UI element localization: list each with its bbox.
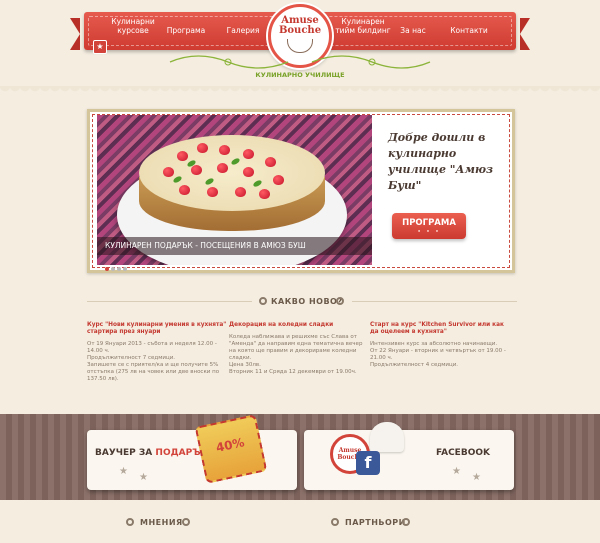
slider-dot[interactable] — [105, 267, 109, 271]
bullet-icon — [259, 297, 267, 305]
nav-item-program[interactable]: Програма — [165, 26, 207, 35]
news-item-text: Запишете се с приятел/ка и ще получите 5… — [87, 362, 220, 382]
divider-line — [87, 301, 252, 302]
hero-caption[interactable]: КУЛИНАРЕН ПОДАРЪК - ПОСЕЩЕНИЯ В АМЮЗ БУШ — [97, 237, 372, 255]
nav-item-cooking-courses[interactable]: Кулинарни курсове — [108, 17, 158, 35]
star-icon: ★ — [472, 472, 481, 483]
program-button-label: ПРОГРАМА — [402, 218, 456, 228]
button-dots: • • • — [417, 229, 441, 235]
bullet-icon — [336, 297, 344, 305]
news-item-text: Интензивен курс за абсолютно начинаещи. — [370, 341, 498, 347]
slider-dot[interactable] — [123, 267, 127, 271]
decorative-swirl — [169, 55, 431, 69]
news-item-text: От 19 Януари 2013 - събота и неделя 12.0… — [87, 341, 217, 354]
logo-line2: Bouche — [278, 25, 322, 36]
news-item-text: Цена 30лв. — [229, 362, 261, 368]
star-icon: ★ — [119, 466, 128, 477]
cooking-pot-icon — [287, 39, 313, 53]
opinions-title: МНЕНИЯ — [140, 518, 183, 527]
school-label: КУЛИНАРНО УЧИЛИЩЕ — [255, 71, 345, 79]
facebook-label: FACEBOOK — [436, 448, 490, 458]
facebook-icon[interactable]: f — [356, 451, 380, 475]
nav-item-team-building[interactable]: Кулинарен тийм билдинг — [334, 17, 392, 35]
divider-line — [352, 301, 517, 302]
news-item-text: От 22 Януари - вторник и четвъртък от 19… — [370, 348, 506, 361]
news-item-text: Коледа наближава и решихме със Слава от … — [229, 334, 363, 361]
nav-item-contacts[interactable]: Контакти — [446, 26, 492, 35]
news-item-text: Продължителност 4 седмици. — [370, 362, 459, 368]
news-item-text: Продължителност 7 седмици. — [87, 355, 176, 361]
voucher-card[interactable]: ВАУЧЕР ЗА ПОДАРЪК ★ ★ — [87, 430, 297, 490]
chef-hat-icon — [370, 422, 404, 452]
bullet-icon — [331, 518, 339, 526]
news-item-text: Вторник 11 и Сряда 12 декември от 19.00ч… — [229, 369, 357, 375]
news-item: Старт на курс "Kitchen Survivor или как … — [370, 322, 510, 369]
slider-dot[interactable] — [117, 267, 121, 271]
news-item-title[interactable]: Декорация на коледни сладки — [229, 322, 369, 329]
news-item: Декорация на коледни сладки Коледа набли… — [229, 322, 369, 376]
news-item-title[interactable]: Курс "Нови кулинарни умения в кухнята" с… — [87, 322, 227, 336]
news-item-title[interactable]: Старт на курс "Kitchen Survivor или как … — [370, 322, 510, 336]
bullet-icon — [182, 518, 190, 526]
slider-dot[interactable] — [111, 267, 115, 271]
voucher-label: ВАУЧЕР ЗА — [95, 448, 156, 458]
news-item: Курс "Нови кулинарни умения в кухнята" с… — [87, 322, 227, 383]
scallop-divider — [0, 86, 600, 96]
bullet-icon — [126, 518, 134, 526]
nav-item-gallery[interactable]: Галерия — [222, 26, 264, 35]
star-icon: ★ — [452, 466, 461, 477]
bookmark-icon[interactable]: ★ — [93, 40, 107, 54]
nav-item-about[interactable]: За нас — [393, 26, 433, 35]
news-section-title: КАКВО НОВО? — [271, 297, 343, 306]
program-button[interactable]: ПРОГРАМА • • • — [392, 213, 466, 239]
partners-title: ПАРТНЬОРИ — [345, 518, 406, 527]
voucher-discount: 40% — [214, 435, 246, 455]
star-icon: ★ — [139, 472, 148, 483]
slider-dots[interactable] — [105, 256, 129, 275]
welcome-heading: Добре дошли в кулинарно училище "Амюз Бу… — [388, 131, 493, 192]
bullet-icon — [402, 518, 410, 526]
